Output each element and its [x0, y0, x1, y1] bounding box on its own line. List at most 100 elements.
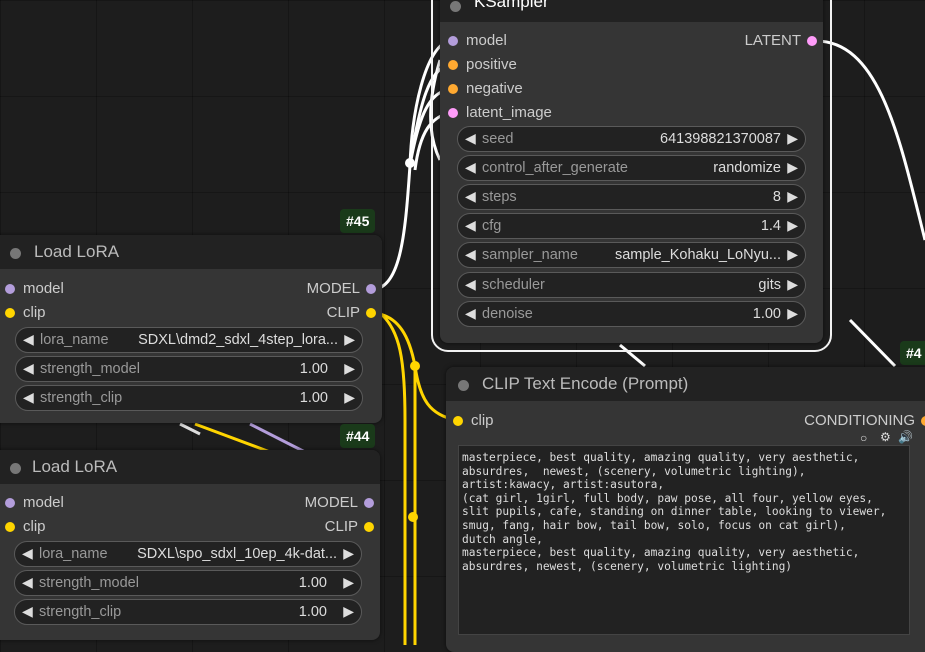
- widget-lora-name[interactable]: ◀ lora_name SDXL\dmd2_sdxl_4step_lora... ▶: [15, 327, 363, 353]
- increment-arrow-icon[interactable]: ▶: [344, 360, 355, 377]
- slot-dot-icon[interactable]: [453, 416, 463, 426]
- input-slot-model[interactable]: model: [5, 280, 64, 298]
- input-slot-clip[interactable]: clip: [5, 304, 46, 322]
- speaker-icon[interactable]: 🔊: [898, 430, 913, 444]
- decrement-arrow-icon[interactable]: ◀: [465, 159, 476, 176]
- input-slot-latent-image[interactable]: latent_image: [448, 104, 552, 122]
- slot-dot-icon[interactable]: [448, 84, 458, 94]
- widget-value[interactable]: gits: [758, 277, 781, 293]
- increment-arrow-icon[interactable]: ▶: [344, 331, 355, 348]
- decrement-arrow-icon[interactable]: ◀: [22, 574, 33, 591]
- slot-dot-icon[interactable]: [448, 36, 458, 46]
- decrement-arrow-icon[interactable]: ◀: [22, 603, 33, 620]
- slot-dot-icon[interactable]: [5, 308, 15, 318]
- decrement-arrow-icon[interactable]: ◀: [465, 188, 476, 205]
- widget-value[interactable]: 1.00: [299, 604, 327, 620]
- input-slot-clip[interactable]: clip: [453, 412, 494, 430]
- widget-value[interactable]: 1.00: [299, 575, 327, 591]
- slot-dot-icon[interactable]: [5, 498, 15, 508]
- output-slot-model[interactable]: MODEL: [307, 280, 376, 298]
- collapse-dot-icon[interactable]: [10, 463, 21, 474]
- slot-dot-icon[interactable]: [807, 36, 817, 46]
- node-title-bar[interactable]: Load LoRA: [0, 235, 382, 269]
- output-slot-model[interactable]: MODEL: [305, 494, 374, 512]
- widget-value[interactable]: 1.00: [300, 390, 328, 406]
- increment-arrow-icon[interactable]: ▶: [787, 188, 798, 205]
- widget-seed[interactable]: ◀ seed 641398821370087 ▶: [457, 126, 806, 152]
- input-slot-negative[interactable]: negative: [448, 80, 523, 98]
- collapse-dot-icon[interactable]: [458, 380, 469, 391]
- slot-dot-icon[interactable]: [366, 308, 376, 318]
- slot-dot-icon[interactable]: [5, 284, 15, 294]
- increment-arrow-icon[interactable]: ▶: [787, 246, 798, 263]
- increment-arrow-icon[interactable]: ▶: [787, 130, 798, 147]
- circle-icon[interactable]: ○: [860, 431, 867, 445]
- slot-dot-icon[interactable]: [366, 284, 376, 294]
- output-slot-latent[interactable]: LATENT: [745, 32, 817, 50]
- decrement-arrow-icon[interactable]: ◀: [465, 130, 476, 147]
- widget-steps[interactable]: ◀ steps 8 ▶: [457, 184, 806, 210]
- widget-value[interactable]: 1.00: [300, 361, 328, 377]
- increment-arrow-icon[interactable]: ▶: [787, 305, 798, 322]
- decrement-arrow-icon[interactable]: ◀: [23, 360, 34, 377]
- widget-control-after-generate[interactable]: ◀ control_after_generate randomize ▶: [457, 155, 806, 181]
- input-slot-model[interactable]: model: [448, 32, 507, 50]
- widget-denoise[interactable]: ◀ denoise 1.00 ▶: [457, 301, 806, 327]
- widget-value[interactable]: randomize: [713, 160, 781, 176]
- load-lora-node-45[interactable]: Load LoRA model clip MODEL CLIP ◀ lora_na…: [0, 235, 382, 423]
- widget-value[interactable]: 1.4: [761, 218, 781, 234]
- clip-text-encode-node[interactable]: CLIP Text Encode (Prompt) clip CONDITION…: [446, 367, 925, 652]
- decrement-arrow-icon[interactable]: ◀: [22, 545, 33, 562]
- decrement-arrow-icon[interactable]: ◀: [23, 389, 34, 406]
- widget-value[interactable]: 8: [773, 189, 781, 205]
- widget-strength-clip[interactable]: ◀ strength_clip 1.00 ▶: [15, 385, 363, 411]
- output-slot-clip[interactable]: CLIP: [327, 304, 376, 322]
- node-title-bar[interactable]: CLIP Text Encode (Prompt): [446, 367, 925, 401]
- slot-label: CLIP: [324, 518, 358, 535]
- input-slot-positive[interactable]: positive: [448, 56, 517, 74]
- decrement-arrow-icon[interactable]: ◀: [23, 331, 34, 348]
- increment-arrow-icon[interactable]: ▶: [787, 276, 798, 293]
- widget-value[interactable]: SDXL\spo_sdxl_10ep_4k-dat...: [137, 546, 337, 562]
- increment-arrow-icon[interactable]: ▶: [787, 217, 798, 234]
- slot-dot-icon[interactable]: [448, 108, 458, 118]
- output-slot-clip[interactable]: CLIP: [325, 518, 374, 536]
- increment-arrow-icon[interactable]: ▶: [787, 159, 798, 176]
- decrement-arrow-icon[interactable]: ◀: [465, 246, 476, 263]
- widget-value[interactable]: 1.00: [753, 306, 781, 322]
- increment-arrow-icon[interactable]: ▶: [343, 574, 354, 591]
- prompt-textarea[interactable]: masterpiece, best quality, amazing quali…: [458, 445, 910, 635]
- widget-value[interactable]: 641398821370087: [660, 131, 781, 147]
- widget-strength-model[interactable]: ◀ strength_model 1.00 ▶: [15, 356, 363, 382]
- widget-lora-name[interactable]: ◀ lora_name SDXL\spo_sdxl_10ep_4k-dat... ▶: [14, 541, 362, 567]
- increment-arrow-icon[interactable]: ▶: [343, 603, 354, 620]
- increment-arrow-icon[interactable]: ▶: [344, 389, 355, 406]
- collapse-dot-icon[interactable]: [450, 1, 461, 12]
- widget-strength-clip[interactable]: ◀ strength_clip 1.00 ▶: [14, 599, 362, 625]
- slot-dot-icon[interactable]: [364, 498, 374, 508]
- node-title-bar[interactable]: KSampler: [440, 0, 823, 22]
- decrement-arrow-icon[interactable]: ◀: [465, 217, 476, 234]
- slot-dot-icon[interactable]: [448, 60, 458, 70]
- increment-arrow-icon[interactable]: ▶: [343, 545, 354, 562]
- widget-value[interactable]: sample_Kohaku_LoNyu...: [615, 247, 781, 263]
- reroute-node: [410, 361, 420, 371]
- input-slot-clip[interactable]: clip: [5, 518, 46, 536]
- input-slot-model[interactable]: model: [5, 494, 64, 512]
- widget-scheduler[interactable]: ◀ scheduler gits ▶: [457, 272, 806, 298]
- widget-sampler-name[interactable]: ◀ sampler_name sample_Kohaku_LoNyu... ▶: [457, 242, 806, 268]
- ksampler-node[interactable]: KSampler model positive negative latent_…: [431, 0, 832, 352]
- slot-dot-icon[interactable]: [921, 416, 925, 426]
- widget-strength-model[interactable]: ◀ strength_model 1.00 ▶: [14, 570, 362, 596]
- collapse-dot-icon[interactable]: [10, 248, 21, 259]
- decrement-arrow-icon[interactable]: ◀: [465, 276, 476, 293]
- slot-dot-icon[interactable]: [5, 522, 15, 532]
- node-title-bar[interactable]: Load LoRA: [0, 450, 380, 484]
- gear-icon[interactable]: ⚙: [880, 430, 891, 444]
- widget-value[interactable]: SDXL\dmd2_sdxl_4step_lora...: [138, 332, 338, 348]
- widget-cfg[interactable]: ◀ cfg 1.4 ▶: [457, 213, 806, 239]
- decrement-arrow-icon[interactable]: ◀: [465, 305, 476, 322]
- output-slot-conditioning[interactable]: CONDITIONING: [804, 412, 925, 430]
- slot-dot-icon[interactable]: [364, 522, 374, 532]
- load-lora-node-44[interactable]: Load LoRA model clip MODEL CLIP ◀ lora_na…: [0, 450, 380, 640]
